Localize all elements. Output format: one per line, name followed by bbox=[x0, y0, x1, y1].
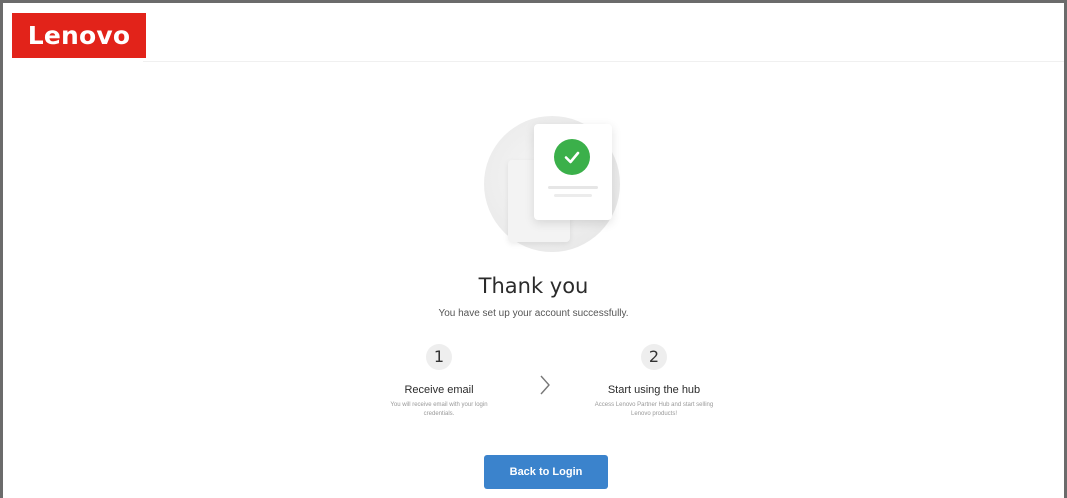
lenovo-logo[interactable]: Lenovo bbox=[12, 13, 146, 58]
step-description: You will receive email with your login c… bbox=[390, 402, 488, 417]
step-number: 2 bbox=[641, 344, 667, 370]
page-subtitle: You have set up your account successfull… bbox=[438, 308, 629, 319]
step-label: Start using the hub bbox=[607, 384, 701, 396]
step-label: Receive email bbox=[404, 384, 474, 396]
chevron-right-icon bbox=[540, 375, 550, 395]
document-line bbox=[554, 194, 592, 197]
header-divider bbox=[143, 61, 1064, 62]
document-line bbox=[548, 186, 598, 189]
step-description: Access Lenovo Partner Hub and start sell… bbox=[594, 402, 714, 417]
success-illustration bbox=[484, 116, 620, 252]
checkmark-circle-icon bbox=[554, 139, 590, 175]
back-to-login-button[interactable]: Back to Login bbox=[484, 455, 608, 489]
page-title: Thank you bbox=[478, 274, 589, 298]
step-number: 1 bbox=[426, 344, 452, 370]
checkmark-icon bbox=[564, 151, 580, 164]
step-start-using-hub: 2 Start using the hub Access Lenovo Part… bbox=[564, 344, 744, 419]
step-receive-email: 1 Receive email You will receive email w… bbox=[349, 344, 529, 419]
